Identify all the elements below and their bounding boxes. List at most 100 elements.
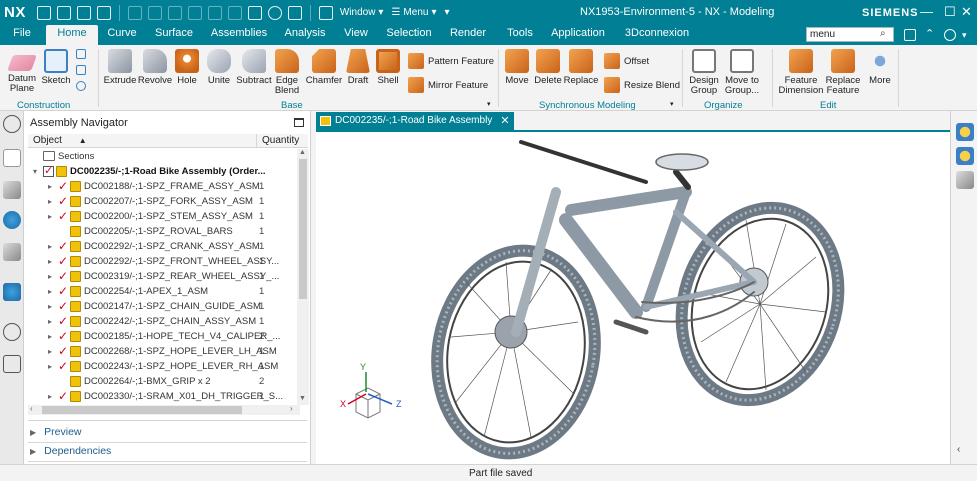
mirror-feature-button[interactable]: Mirror Feature: [408, 77, 488, 93]
graphics-window-tab[interactable]: DC002235/-;1-Road Bike Assembly ✕: [316, 112, 514, 130]
clipboard-icon[interactable]: [247, 5, 262, 20]
window-icon[interactable]: [318, 5, 333, 20]
tab-home[interactable]: Home: [46, 25, 98, 45]
expand-icon[interactable]: ▸: [48, 209, 52, 224]
constraint-navigator-icon[interactable]: [3, 243, 21, 261]
subtract-button[interactable]: Subtract: [236, 49, 272, 86]
collapse-icon[interactable]: ▾: [33, 164, 37, 179]
tab-tools[interactable]: Tools: [503, 25, 537, 45]
new-file-icon[interactable]: [36, 5, 51, 20]
ribbon-options-icon[interactable]: ▾: [962, 30, 974, 42]
paste-icon[interactable]: [207, 5, 222, 20]
tree-row[interactable]: ▸ ✓ DC002242/-;1-SPZ_CHAIN_ASSY_ASM 1: [24, 314, 297, 329]
design-group-button[interactable]: Design Group: [686, 49, 722, 96]
tree-row[interactable]: ▸ ✓ DC002268/-;1-SPZ_HOPE_LEVER_LH_ASM 1: [24, 344, 297, 359]
tab-analysis[interactable]: Analysis: [283, 25, 327, 45]
close-file-icon[interactable]: [96, 5, 111, 20]
undo-icon[interactable]: [127, 5, 142, 20]
visibility-check-icon[interactable]: ✓: [58, 315, 68, 327]
visibility-check-icon[interactable]: ✓: [58, 330, 68, 342]
tree-row[interactable]: DC002264/-;1-BMX_GRIP x 2 2: [24, 374, 297, 389]
copy-icon[interactable]: [187, 5, 202, 20]
root-assembly-node[interactable]: ▾ ✓ DC002235/-;1-Road Bike Assembly (Ord…: [24, 164, 297, 179]
redo-icon[interactable]: [147, 5, 162, 20]
tab-curve[interactable]: Curve: [104, 25, 140, 45]
tab-3dconnexion[interactable]: 3Dconnexion: [624, 25, 690, 45]
assembly-navigator-icon[interactable]: [3, 181, 21, 199]
view-triad[interactable]: [347, 372, 393, 419]
visibility-check-icon[interactable]: ✓: [58, 285, 68, 297]
visibility-check-icon[interactable]: ✓: [58, 255, 68, 267]
scroll-up-icon[interactable]: ▲: [299, 149, 306, 156]
unite-button[interactable]: Unite: [204, 49, 234, 86]
sections-node[interactable]: Sections: [24, 149, 297, 164]
sketch-button[interactable]: Sketch: [40, 49, 72, 86]
more-button[interactable]: More: [866, 49, 894, 86]
save-all-icon[interactable]: [76, 5, 91, 20]
rectangle-icon[interactable]: [76, 65, 86, 75]
tree-horizontal-scrollbar[interactable]: ‹ ›: [28, 404, 300, 415]
offset-region-button[interactable]: Offset: [604, 53, 649, 69]
visibility-check-icon[interactable]: ✓: [58, 240, 68, 252]
tab-view[interactable]: View: [341, 25, 371, 45]
tree-row[interactable]: ▸ ✓ DC002319/-;1-SPZ_REAR_WHEEL_ASSY_... 1: [24, 269, 297, 284]
search-icon[interactable]: ⌕: [880, 28, 886, 39]
expand-icon[interactable]: ▸: [48, 254, 52, 269]
tree-row[interactable]: ▸ ✓ DC002185/-;1-HOPE_TECH_V4_CALIPER_... 2: [24, 329, 297, 344]
checkbox-checked[interactable]: ✓: [43, 166, 54, 177]
shell-button[interactable]: Shell: [374, 49, 402, 86]
base-more-caret-icon[interactable]: ▾: [487, 100, 491, 108]
maximize-panel-icon[interactable]: [294, 118, 304, 127]
tree-vertical-scrollbar[interactable]: ▲ ▼: [297, 149, 309, 405]
feature-dimension-button[interactable]: Feature Dimension: [776, 49, 826, 96]
expand-icon[interactable]: ▸: [48, 269, 52, 284]
tree-row[interactable]: ▸ ✓ DC002147/-;1-SPZ_CHAIN_GUIDE_ASM 1: [24, 299, 297, 314]
tab-surface[interactable]: Surface: [153, 25, 195, 45]
graphics-window[interactable]: Y X Z: [316, 130, 950, 464]
visibility-check-icon[interactable]: [58, 226, 68, 236]
expand-icon[interactable]: ▸: [48, 284, 52, 299]
bike-model-view[interactable]: [316, 132, 950, 466]
reuse-library-icon[interactable]: [3, 283, 21, 301]
favorites-icon[interactable]: [956, 123, 974, 141]
visibility-check-icon[interactable]: ✓: [58, 300, 68, 312]
chamfer-button[interactable]: Chamfer: [306, 49, 342, 86]
part-navigator-icon[interactable]: [3, 149, 21, 167]
main-menu[interactable]: ☰ Menu ▾: [391, 7, 436, 18]
tree-row[interactable]: ▸ ✓ DC002292/-;1-SPZ_FRONT_WHEEL_ASSY... 1: [24, 254, 297, 269]
tree-row[interactable]: ▸ ✓ DC002200/-;1-SPZ_STEM_ASSY_ASM 1: [24, 209, 297, 224]
visibility-check-icon[interactable]: ✓: [58, 390, 68, 402]
cut-icon[interactable]: [167, 5, 182, 20]
hole-button[interactable]: Hole: [173, 49, 201, 86]
replace-face-button[interactable]: Replace: [564, 49, 598, 86]
column-header-object[interactable]: Object ▲: [28, 134, 256, 148]
microphone-icon[interactable]: [267, 5, 282, 20]
revolve-button[interactable]: Revolve: [138, 49, 172, 86]
replace-feature-button[interactable]: Replace Feature: [824, 49, 862, 96]
customize-caret-icon[interactable]: ▾: [444, 7, 449, 18]
move-face-button[interactable]: Move: [502, 49, 532, 86]
datum-plane-button[interactable]: Datum Plane: [6, 49, 38, 94]
expand-icon[interactable]: ▸: [48, 329, 52, 344]
visibility-check-icon[interactable]: ✓: [58, 195, 68, 207]
touch-mode-icon[interactable]: [287, 5, 302, 20]
collapse-ribbon-icon[interactable]: ⌃: [925, 27, 937, 40]
panel-toggle-icon[interactable]: ‹: [957, 444, 960, 455]
visibility-check-icon[interactable]: ✓: [58, 180, 68, 192]
settings-icon[interactable]: [3, 115, 21, 133]
tree-row[interactable]: ▸ ✓ DC002330/-;1-SRAM_X01_DH_TRIGGER_S... 1: [24, 389, 297, 404]
fullscreen-icon[interactable]: [904, 29, 916, 41]
pattern-feature-button[interactable]: Pattern Feature: [408, 53, 494, 69]
tab-render[interactable]: Render: [448, 25, 488, 45]
circle-icon[interactable]: [76, 81, 86, 91]
expand-icon[interactable]: ▸: [48, 359, 52, 374]
expand-icon[interactable]: ▸: [48, 179, 52, 194]
expand-icon[interactable]: ▸: [48, 389, 52, 404]
visibility-check-icon[interactable]: ✓: [58, 210, 68, 222]
help-icon[interactable]: [944, 29, 956, 41]
expand-icon[interactable]: ▸: [48, 299, 52, 314]
close-window-icon[interactable]: ✕: [961, 4, 972, 20]
window-menu[interactable]: Window ▾: [340, 7, 384, 18]
scroll-left-icon[interactable]: ‹: [30, 404, 33, 413]
resize-blend-button[interactable]: Resize Blend: [604, 77, 680, 93]
